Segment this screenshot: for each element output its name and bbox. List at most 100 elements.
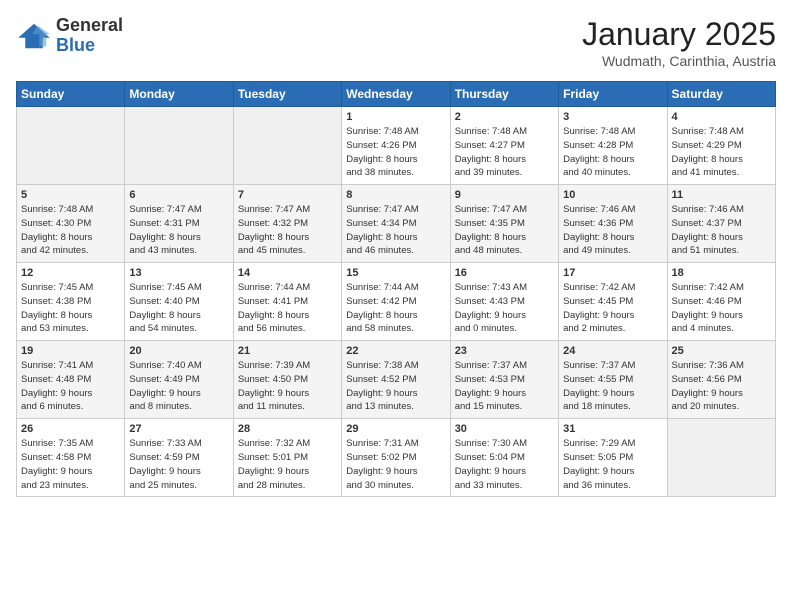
calendar-day-cell: 3Sunrise: 7:48 AM Sunset: 4:28 PM Daylig… xyxy=(559,107,667,185)
calendar-day-cell: 29 Sunrise: 7:31 AM Sunset: 5:02 PM Dayli… xyxy=(342,419,450,497)
day-info: Sunrise: 7:39 AM Sunset: 4:50 PM Dayligh… xyxy=(238,359,337,414)
day-number: 20 xyxy=(129,345,228,357)
calendar-day-cell xyxy=(125,107,233,185)
calendar-day-cell xyxy=(17,107,125,185)
calendar-day-cell: 28 Sunrise: 7:32 AM Sunset: 5:01 PM Dayli… xyxy=(233,419,341,497)
day-info: Sunrise: 7:30 AM Sunset: 5:04 PM Dayligh… xyxy=(455,437,554,492)
day-of-week-header: Thursday xyxy=(450,82,558,107)
calendar-day-cell: 1Sunrise: 7:48 AM Sunset: 4:26 PM Daylig… xyxy=(342,107,450,185)
day-info: Sunrise: 7:47 AM Sunset: 4:35 PM Dayligh… xyxy=(455,203,554,258)
day-number: 9 xyxy=(455,189,554,201)
calendar-header-row: SundayMondayTuesdayWednesdayThursdayFrid… xyxy=(17,82,776,107)
day-number: 27 xyxy=(129,423,228,435)
calendar-day-cell: 15Sunrise: 7:44 AM Sunset: 4:42 PM Dayli… xyxy=(342,263,450,341)
calendar-day-cell: 6 Sunrise: 7:47 AM Sunset: 4:31 PM Daylig… xyxy=(125,185,233,263)
day-number: 4 xyxy=(672,111,771,123)
day-number: 10 xyxy=(563,189,662,201)
calendar-day-cell: 21 Sunrise: 7:39 AM Sunset: 4:50 PM Dayli… xyxy=(233,341,341,419)
calendar-day-cell: 18 Sunrise: 7:42 AM Sunset: 4:46 PM Dayli… xyxy=(667,263,775,341)
calendar-day-cell xyxy=(233,107,341,185)
day-of-week-header: Sunday xyxy=(17,82,125,107)
calendar-week-row: 5 Sunrise: 7:48 AM Sunset: 4:30 PM Daylig… xyxy=(17,185,776,263)
day-info: Sunrise: 7:32 AM Sunset: 5:01 PM Dayligh… xyxy=(238,437,337,492)
day-number: 29 xyxy=(346,423,445,435)
day-info: Sunrise: 7:47 AM Sunset: 4:34 PM Dayligh… xyxy=(346,203,445,258)
calendar-day-cell: 19Sunrise: 7:41 AM Sunset: 4:48 PM Dayli… xyxy=(17,341,125,419)
calendar-day-cell: 7 Sunrise: 7:47 AM Sunset: 4:32 PM Daylig… xyxy=(233,185,341,263)
day-of-week-header: Saturday xyxy=(667,82,775,107)
calendar-day-cell: 31Sunrise: 7:29 AM Sunset: 5:05 PM Dayli… xyxy=(559,419,667,497)
day-number: 3 xyxy=(563,111,662,123)
day-info: Sunrise: 7:47 AM Sunset: 4:32 PM Dayligh… xyxy=(238,203,337,258)
day-info: Sunrise: 7:43 AM Sunset: 4:43 PM Dayligh… xyxy=(455,281,554,336)
day-number: 7 xyxy=(238,189,337,201)
calendar-day-cell: 30 Sunrise: 7:30 AM Sunset: 5:04 PM Dayli… xyxy=(450,419,558,497)
day-info: Sunrise: 7:37 AM Sunset: 4:55 PM Dayligh… xyxy=(563,359,662,414)
calendar-day-cell: 26 Sunrise: 7:35 AM Sunset: 4:58 PM Dayli… xyxy=(17,419,125,497)
day-info: Sunrise: 7:29 AM Sunset: 5:05 PM Dayligh… xyxy=(563,437,662,492)
day-of-week-header: Wednesday xyxy=(342,82,450,107)
calendar-day-cell: 13 Sunrise: 7:45 AM Sunset: 4:40 PM Dayli… xyxy=(125,263,233,341)
day-number: 21 xyxy=(238,345,337,357)
logo: General Blue xyxy=(16,16,123,56)
day-info: Sunrise: 7:42 AM Sunset: 4:45 PM Dayligh… xyxy=(563,281,662,336)
day-info: Sunrise: 7:45 AM Sunset: 4:38 PM Dayligh… xyxy=(21,281,120,336)
day-number: 18 xyxy=(672,267,771,279)
day-of-week-header: Tuesday xyxy=(233,82,341,107)
day-number: 26 xyxy=(21,423,120,435)
calendar-week-row: 19Sunrise: 7:41 AM Sunset: 4:48 PM Dayli… xyxy=(17,341,776,419)
calendar-day-cell: 2 Sunrise: 7:48 AM Sunset: 4:27 PM Daylig… xyxy=(450,107,558,185)
location: Wudmath, Carinthia, Austria xyxy=(582,53,776,69)
calendar-day-cell: 25 Sunrise: 7:36 AM Sunset: 4:56 PM Dayli… xyxy=(667,341,775,419)
calendar-day-cell: 4 Sunrise: 7:48 AM Sunset: 4:29 PM Daylig… xyxy=(667,107,775,185)
day-of-week-header: Friday xyxy=(559,82,667,107)
day-info: Sunrise: 7:44 AM Sunset: 4:41 PM Dayligh… xyxy=(238,281,337,336)
calendar-day-cell: 23Sunrise: 7:37 AM Sunset: 4:53 PM Dayli… xyxy=(450,341,558,419)
day-info: Sunrise: 7:33 AM Sunset: 4:59 PM Dayligh… xyxy=(129,437,228,492)
day-number: 12 xyxy=(21,267,120,279)
day-number: 6 xyxy=(129,189,228,201)
calendar-week-row: 1Sunrise: 7:48 AM Sunset: 4:26 PM Daylig… xyxy=(17,107,776,185)
calendar-day-cell: 12 Sunrise: 7:45 AM Sunset: 4:38 PM Dayli… xyxy=(17,263,125,341)
day-info: Sunrise: 7:48 AM Sunset: 4:27 PM Dayligh… xyxy=(455,125,554,180)
day-info: Sunrise: 7:40 AM Sunset: 4:49 PM Dayligh… xyxy=(129,359,228,414)
day-number: 28 xyxy=(238,423,337,435)
day-info: Sunrise: 7:46 AM Sunset: 4:37 PM Dayligh… xyxy=(672,203,771,258)
day-info: Sunrise: 7:38 AM Sunset: 4:52 PM Dayligh… xyxy=(346,359,445,414)
calendar-day-cell: 17 Sunrise: 7:42 AM Sunset: 4:45 PM Dayli… xyxy=(559,263,667,341)
month-title: January 2025 xyxy=(582,16,776,53)
day-number: 17 xyxy=(563,267,662,279)
logo-icon xyxy=(16,22,52,50)
calendar-day-cell: 20 Sunrise: 7:40 AM Sunset: 4:49 PM Dayli… xyxy=(125,341,233,419)
day-number: 23 xyxy=(455,345,554,357)
day-info: Sunrise: 7:48 AM Sunset: 4:29 PM Dayligh… xyxy=(672,125,771,180)
day-number: 11 xyxy=(672,189,771,201)
day-info: Sunrise: 7:36 AM Sunset: 4:56 PM Dayligh… xyxy=(672,359,771,414)
calendar-day-cell: 22Sunrise: 7:38 AM Sunset: 4:52 PM Dayli… xyxy=(342,341,450,419)
day-number: 16 xyxy=(455,267,554,279)
day-number: 30 xyxy=(455,423,554,435)
day-info: Sunrise: 7:31 AM Sunset: 5:02 PM Dayligh… xyxy=(346,437,445,492)
day-number: 2 xyxy=(455,111,554,123)
calendar-day-cell: 27 Sunrise: 7:33 AM Sunset: 4:59 PM Dayli… xyxy=(125,419,233,497)
day-info: Sunrise: 7:44 AM Sunset: 4:42 PM Dayligh… xyxy=(346,281,445,336)
day-info: Sunrise: 7:42 AM Sunset: 4:46 PM Dayligh… xyxy=(672,281,771,336)
day-number: 5 xyxy=(21,189,120,201)
day-info: Sunrise: 7:35 AM Sunset: 4:58 PM Dayligh… xyxy=(21,437,120,492)
logo-text: General Blue xyxy=(56,16,123,56)
calendar-day-cell: 24Sunrise: 7:37 AM Sunset: 4:55 PM Dayli… xyxy=(559,341,667,419)
calendar-table: SundayMondayTuesdayWednesdayThursdayFrid… xyxy=(16,81,776,497)
calendar-day-cell: 11 Sunrise: 7:46 AM Sunset: 4:37 PM Dayli… xyxy=(667,185,775,263)
day-info: Sunrise: 7:48 AM Sunset: 4:26 PM Dayligh… xyxy=(346,125,445,180)
day-info: Sunrise: 7:41 AM Sunset: 4:48 PM Dayligh… xyxy=(21,359,120,414)
day-info: Sunrise: 7:45 AM Sunset: 4:40 PM Dayligh… xyxy=(129,281,228,336)
day-number: 25 xyxy=(672,345,771,357)
calendar-day-cell: 9 Sunrise: 7:47 AM Sunset: 4:35 PM Daylig… xyxy=(450,185,558,263)
day-number: 13 xyxy=(129,267,228,279)
day-info: Sunrise: 7:48 AM Sunset: 4:30 PM Dayligh… xyxy=(21,203,120,258)
calendar-week-row: 26 Sunrise: 7:35 AM Sunset: 4:58 PM Dayli… xyxy=(17,419,776,497)
day-number: 8 xyxy=(346,189,445,201)
day-info: Sunrise: 7:46 AM Sunset: 4:36 PM Dayligh… xyxy=(563,203,662,258)
day-info: Sunrise: 7:47 AM Sunset: 4:31 PM Dayligh… xyxy=(129,203,228,258)
calendar-week-row: 12 Sunrise: 7:45 AM Sunset: 4:38 PM Dayli… xyxy=(17,263,776,341)
